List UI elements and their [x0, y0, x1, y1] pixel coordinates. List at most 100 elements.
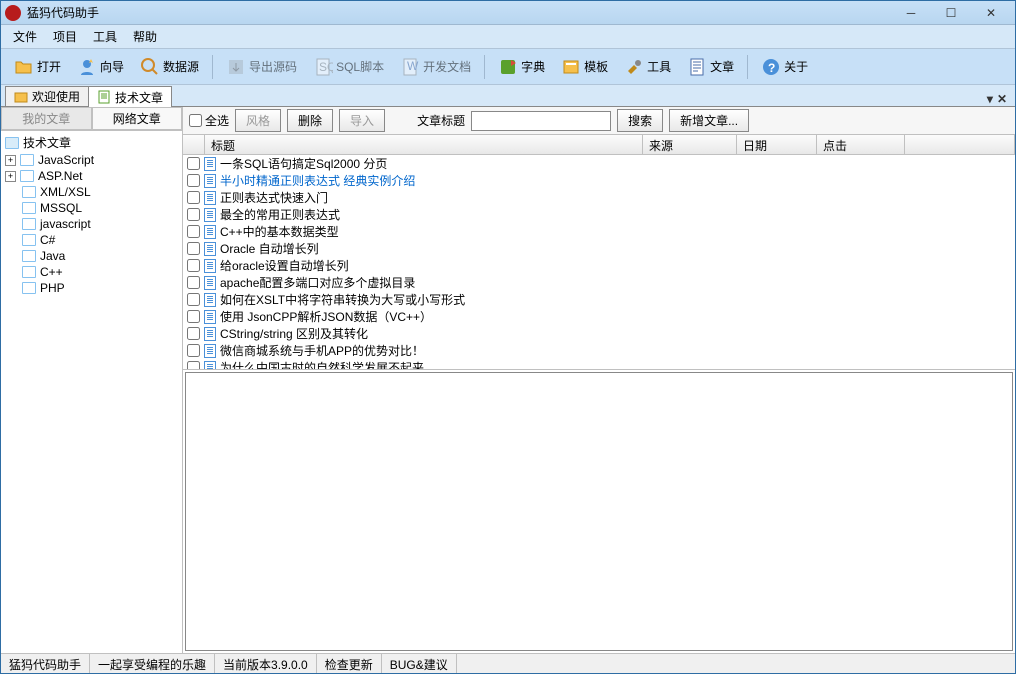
tab-技术文章[interactable]: 技术文章: [88, 86, 172, 107]
wizard-icon: [77, 57, 97, 77]
wizard-button[interactable]: 向导: [70, 53, 131, 81]
article-title: 微信商城系统与手机APP的优势对比！: [220, 342, 424, 359]
title-search-input[interactable]: [471, 111, 611, 131]
article-row[interactable]: Oracle 自动增长列: [183, 240, 1015, 257]
tree-node-PHP[interactable]: PHP: [3, 280, 180, 296]
template-button[interactable]: 模板: [554, 53, 615, 81]
status-cell-0: 猛犸代码助手: [1, 654, 90, 673]
tree-node-C#[interactable]: C#: [3, 232, 180, 248]
tree-root[interactable]: 技术文章: [3, 133, 180, 152]
status-cell-3[interactable]: 检查更新: [317, 654, 382, 673]
document-icon: [204, 157, 216, 171]
titlebar: 猛犸代码助手 ─ ☐ ✕: [1, 1, 1015, 25]
expand-icon[interactable]: +: [5, 171, 16, 182]
tabs-close-icon[interactable]: ✕: [997, 92, 1007, 106]
article-row[interactable]: 微信商城系统与手机APP的优势对比！: [183, 342, 1015, 359]
menu-文件[interactable]: 文件: [5, 25, 45, 48]
article-row[interactable]: C++中的基本数据类型: [183, 223, 1015, 240]
tools-button[interactable]: 工具: [617, 53, 678, 81]
exportsrc-button: 导出源码: [219, 53, 304, 81]
document-icon: [204, 276, 216, 290]
tree-node-XML/XSL[interactable]: XML/XSL: [3, 184, 180, 200]
devdoc-label: 开发文档: [423, 58, 471, 75]
row-checkbox[interactable]: [187, 293, 200, 306]
row-checkbox[interactable]: [187, 310, 200, 323]
tree-node-javascript[interactable]: javascript: [3, 216, 180, 232]
devdoc-button: W开发文档: [393, 53, 478, 81]
lefttab-网络文章[interactable]: 网络文章: [92, 107, 183, 130]
article-row[interactable]: 如何在XSLT中将字符串转换为大写或小写形式: [183, 291, 1015, 308]
expand-icon[interactable]: +: [5, 155, 16, 166]
lefttab-我的文章[interactable]: 我的文章: [1, 107, 92, 130]
row-checkbox[interactable]: [187, 344, 200, 357]
document-icon: [204, 361, 216, 370]
exportsrc-label: 导出源码: [249, 58, 297, 75]
article-row[interactable]: 使用 JsonCPP解析JSON数据（VC++）: [183, 308, 1015, 325]
maximize-button[interactable]: ☐: [931, 2, 971, 24]
article-content[interactable]: [185, 372, 1013, 651]
tabs-dropdown-icon[interactable]: ▾: [987, 92, 993, 106]
row-checkbox[interactable]: [187, 327, 200, 340]
document-icon: [204, 310, 216, 324]
row-checkbox[interactable]: [187, 174, 200, 187]
article-row[interactable]: 最全的常用正则表达式: [183, 206, 1015, 223]
close-button[interactable]: ✕: [971, 2, 1011, 24]
status-cell-4[interactable]: BUG&建议: [382, 654, 457, 673]
article-row[interactable]: 给oracle设置自动增长列: [183, 257, 1015, 274]
import-button: 导入: [339, 109, 385, 132]
sqlscript-button: SQLSQL脚本: [306, 53, 391, 81]
folder-icon: [5, 137, 19, 149]
menubar: 文件项目工具帮助: [1, 25, 1015, 49]
tree-node-C++[interactable]: C++: [3, 264, 180, 280]
row-checkbox[interactable]: [187, 225, 200, 238]
grid-body[interactable]: 一条SQL语句搞定Sql2000 分页半小时精通正则表达式 经典实例介绍正则表达…: [183, 155, 1015, 369]
article-row[interactable]: 一条SQL语句搞定Sql2000 分页: [183, 155, 1015, 172]
article-row[interactable]: CString/string 区别及其转化: [183, 325, 1015, 342]
row-checkbox[interactable]: [187, 259, 200, 272]
minimize-button[interactable]: ─: [891, 2, 931, 24]
select-all-input[interactable]: [189, 114, 202, 127]
datasource-button[interactable]: 数据源: [133, 53, 206, 81]
datasource-icon: [140, 57, 160, 77]
tree-node-ASP.Net[interactable]: +ASP.Net: [3, 168, 180, 184]
row-checkbox[interactable]: [187, 361, 200, 369]
col-check[interactable]: [183, 135, 205, 154]
menu-帮助[interactable]: 帮助: [125, 25, 165, 48]
sqlscript-icon: SQL: [313, 57, 333, 77]
row-checkbox[interactable]: [187, 191, 200, 204]
col-hits[interactable]: 点击: [817, 135, 905, 154]
delete-button[interactable]: 删除: [287, 109, 333, 132]
article-row[interactable]: 为什么中国古时的自然科学发展不起来: [183, 359, 1015, 369]
tree-node-JavaScript[interactable]: +JavaScript: [3, 152, 180, 168]
row-checkbox[interactable]: [187, 242, 200, 255]
row-checkbox[interactable]: [187, 276, 200, 289]
article-title: 最全的常用正则表达式: [220, 206, 340, 223]
tools-label: 工具: [647, 58, 671, 75]
article-title: C++中的基本数据类型: [220, 223, 339, 240]
col-source[interactable]: 来源: [643, 135, 737, 154]
article-row[interactable]: apache配置多端口对应多个虚拟目录: [183, 274, 1015, 291]
tree-node-MSSQL[interactable]: MSSQL: [3, 200, 180, 216]
article-button[interactable]: 文章: [680, 53, 741, 81]
tab-欢迎使用[interactable]: 欢迎使用: [5, 86, 89, 106]
row-checkbox[interactable]: [187, 157, 200, 170]
add-article-button[interactable]: 新增文章...: [669, 109, 749, 132]
folder-icon: [22, 282, 36, 294]
col-date[interactable]: 日期: [737, 135, 817, 154]
dict-label: 字典: [521, 58, 545, 75]
menu-项目[interactable]: 项目: [45, 25, 85, 48]
menu-工具[interactable]: 工具: [85, 25, 125, 48]
dict-button[interactable]: 字典: [491, 53, 552, 81]
article-row[interactable]: 半小时精通正则表达式 经典实例介绍: [183, 172, 1015, 189]
about-button[interactable]: ?关于: [754, 53, 815, 81]
row-checkbox[interactable]: [187, 208, 200, 221]
search-button[interactable]: 搜索: [617, 109, 663, 132]
select-all-checkbox[interactable]: 全选: [189, 112, 229, 129]
open-button[interactable]: 打开: [7, 53, 68, 81]
tree-node-Java[interactable]: Java: [3, 248, 180, 264]
article-row[interactable]: 正则表达式快速入门: [183, 189, 1015, 206]
dict-icon: [498, 57, 518, 77]
col-title[interactable]: 标题: [205, 135, 643, 154]
article-icon: [687, 57, 707, 77]
left-tabs: 我的文章网络文章: [1, 107, 182, 131]
